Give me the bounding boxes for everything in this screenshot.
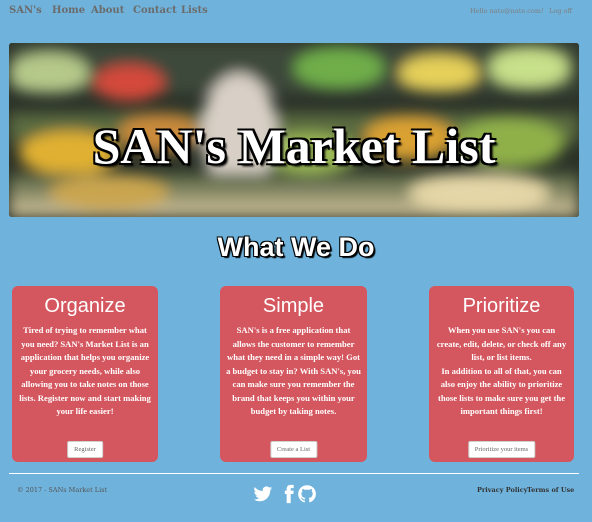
terms-of-use-link[interactable]: Terms of Use [527,486,574,494]
prioritize-card: Prioritize When you use SAN's you can cr… [429,286,574,462]
github-icon[interactable] [297,484,317,504]
copyright-text: © 2017 - SANs Market List [17,486,108,494]
card-title: Prioritize [462,295,541,317]
register-button[interactable]: Register [67,441,103,458]
section-title: What We Do [217,232,375,262]
brand-link[interactable]: SAN's [9,5,42,16]
card-description: When you use SAN's you can create, edit,… [436,325,567,416]
create-list-button[interactable]: Create a List [269,441,318,458]
top-navbar: SAN's Home About Contact Lists Hello nat… [0,0,592,24]
organize-card: Organize Tired of trying to remember wha… [12,286,158,462]
nav-link-contact[interactable]: Contact [133,5,177,16]
twitter-icon[interactable] [253,484,273,504]
card-title: Simple [262,295,325,317]
prioritize-items-button[interactable]: Prioritize your items [467,441,536,458]
card-title: Organize [44,295,126,317]
card-description: Tired of trying to remember what you nee… [19,325,151,416]
footer-divider [9,473,579,474]
hero-banner: SAN's Market List [9,43,579,217]
privacy-policy-link[interactable]: Privacy Policy [477,486,528,494]
nav-link-about[interactable]: About [91,5,124,16]
user-greeting-link[interactable]: Hello nate@nate.com! [470,7,544,15]
nav-link-lists[interactable]: Lists [181,5,208,16]
hero-title: SAN's Market List [92,118,496,174]
logout-link[interactable]: Log off [549,7,572,15]
nav-link-home[interactable]: Home [52,5,85,16]
facebook-icon[interactable] [279,484,299,504]
simple-card: Simple SAN's is a free application that … [220,286,367,462]
card-description: SAN's is a free application that allows … [226,325,361,416]
